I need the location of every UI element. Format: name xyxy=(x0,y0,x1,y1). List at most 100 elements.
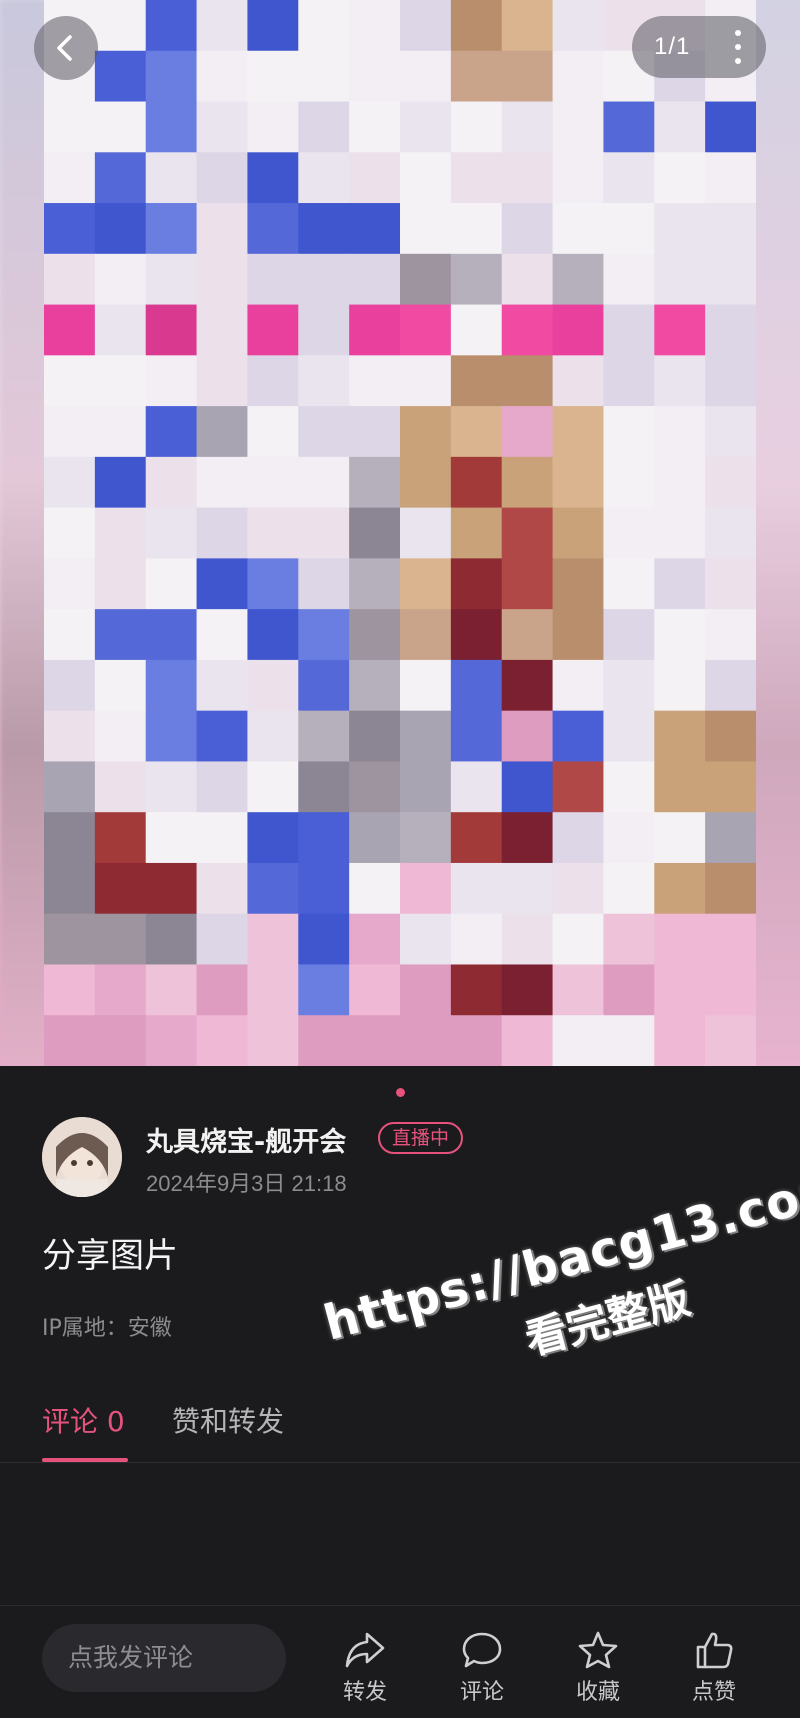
mosaic-tile xyxy=(298,710,351,763)
mosaic-tile xyxy=(349,50,402,103)
mosaic-tile xyxy=(400,659,452,712)
mosaic-tile xyxy=(349,710,402,763)
post-timestamp: 2024年9月3日 21:18 xyxy=(146,1171,347,1196)
mosaic-tile xyxy=(247,913,300,966)
mosaic-tile xyxy=(196,101,249,154)
mosaic-tile xyxy=(501,304,554,357)
mosaic-tile xyxy=(94,710,147,763)
favorite-button[interactable]: 收藏 xyxy=(558,1630,638,1706)
mosaic-tile xyxy=(349,507,402,560)
mosaic-tile xyxy=(196,0,249,52)
mosaic-tile xyxy=(196,253,249,306)
mosaic-tile xyxy=(298,812,351,864)
mosaic-tile xyxy=(44,101,96,154)
mosaic-tile xyxy=(400,253,452,306)
mosaic-tile xyxy=(552,304,605,357)
mosaic-tile xyxy=(501,456,554,509)
share-label: 转发 xyxy=(342,1680,387,1705)
mosaic-tile xyxy=(705,913,756,966)
mosaic-tile xyxy=(450,761,503,814)
mosaic-tile xyxy=(44,304,96,357)
mosaic-tile xyxy=(705,862,756,915)
mosaic-tile xyxy=(603,964,656,1017)
mosaic-tile xyxy=(400,558,452,611)
mosaic-tile xyxy=(654,812,707,864)
mosaic-tile xyxy=(145,964,198,1017)
mosaic-tile xyxy=(94,50,147,103)
mosaic-tile xyxy=(44,964,96,1017)
mosaic-tile xyxy=(654,507,707,560)
mosaic-tile xyxy=(349,913,402,966)
mosaic-tile xyxy=(552,50,605,103)
mosaic-tile xyxy=(603,862,656,915)
mosaic-tile xyxy=(349,456,402,509)
tab-likes-reposts[interactable]: 赞和转发 xyxy=(172,1400,284,1440)
mosaic-tile xyxy=(298,355,351,408)
back-button[interactable] xyxy=(34,16,98,80)
mosaic-tile xyxy=(94,152,147,205)
mosaic-tile xyxy=(298,862,351,915)
mosaic-tile xyxy=(298,609,351,661)
mosaic-tile xyxy=(450,609,503,661)
mosaic-tile xyxy=(705,964,756,1017)
author-name[interactable]: 丸具烧宝-舰开会 xyxy=(146,1120,346,1159)
mosaic-tile xyxy=(705,1015,756,1066)
mosaic-tile xyxy=(400,507,452,560)
mosaic-tile xyxy=(501,862,554,915)
mosaic-tile xyxy=(44,507,96,560)
mosaic-tile xyxy=(501,152,554,205)
mosaic-tile xyxy=(145,406,198,458)
mosaic-tile xyxy=(349,1015,402,1066)
mosaic-tile xyxy=(603,152,656,205)
mosaic-tile xyxy=(145,761,198,814)
like-button[interactable]: 点赞 xyxy=(674,1630,754,1706)
mosaic-tile xyxy=(196,659,249,712)
mosaic-tile xyxy=(552,710,605,763)
post-image[interactable]: 1/1 xyxy=(0,0,800,1066)
mosaic-tile xyxy=(94,253,147,306)
mosaic-tile xyxy=(44,862,96,915)
mosaic-tile xyxy=(552,355,605,408)
ip-location: IP属地：安徽 xyxy=(42,1316,172,1341)
mosaic-tile xyxy=(196,761,249,814)
mosaic-tile xyxy=(94,0,147,52)
mosaic-tile xyxy=(349,609,402,661)
mosaic-tile xyxy=(654,406,707,458)
mosaic-tile xyxy=(654,355,707,408)
mosaic-tile xyxy=(552,609,605,661)
mosaic-tile xyxy=(298,964,351,1017)
mosaic-tile xyxy=(196,812,249,864)
watermark: https://bacg13.com 看完整版 xyxy=(300,1095,800,1423)
mosaic-tile xyxy=(552,507,605,560)
mosaic-tile xyxy=(298,0,351,52)
avatar[interactable] xyxy=(42,1117,122,1197)
mosaic-tile xyxy=(196,558,249,611)
mosaic-tile xyxy=(349,355,402,408)
mosaic-tile xyxy=(44,659,96,712)
mosaic-tile xyxy=(450,406,503,458)
mosaic-tile xyxy=(247,862,300,915)
mosaic-tile xyxy=(400,1015,452,1066)
mosaic-tile xyxy=(400,456,452,509)
mosaic-tile xyxy=(196,862,249,915)
comment-input[interactable]: 点我发评论 xyxy=(42,1624,286,1692)
comment-button[interactable]: 评论 xyxy=(442,1630,522,1706)
mosaic-tile xyxy=(94,659,147,712)
mosaic-tile xyxy=(705,558,756,611)
tab-comments[interactable]: 评论 0 xyxy=(42,1400,125,1440)
mosaic-tile xyxy=(552,558,605,611)
mosaic-tile xyxy=(145,659,198,712)
share-button[interactable]: 转发 xyxy=(325,1630,405,1706)
mosaic-tile xyxy=(400,203,452,255)
live-badge[interactable]: 直播中 xyxy=(378,1122,464,1154)
mosaic-tile xyxy=(349,0,402,52)
mosaic-tile xyxy=(44,812,96,864)
mosaic-tile xyxy=(145,913,198,966)
mosaic-tile xyxy=(654,456,707,509)
mosaic-tile xyxy=(450,101,503,154)
mosaic-tile xyxy=(196,710,249,763)
mosaic-tile xyxy=(196,456,249,509)
more-vertical-icon[interactable] xyxy=(734,30,742,64)
mosaic-tile xyxy=(247,152,300,205)
mosaic-tile xyxy=(145,50,198,103)
